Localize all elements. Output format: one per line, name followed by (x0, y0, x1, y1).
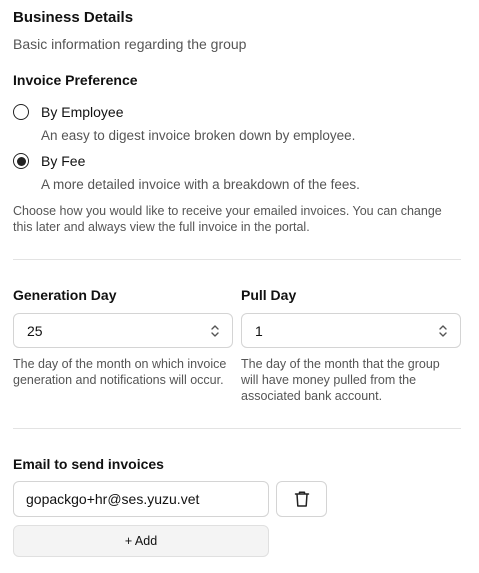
radio-by-fee[interactable]: By Fee (13, 153, 85, 169)
pull-day-help: The day of the month that the group will… (241, 357, 440, 403)
generation-day-select[interactable]: 25 (13, 313, 233, 348)
radio-description: An easy to digest invoice broken down by… (41, 128, 356, 143)
divider (13, 259, 461, 260)
invoice-preference-help: Choose how you would like to receive you… (13, 204, 442, 234)
section-subtitle: Basic information regarding the group (13, 36, 247, 52)
radio-by-employee[interactable]: By Employee (13, 104, 123, 120)
radio-label: By Fee (41, 153, 86, 169)
email-input[interactable] (13, 481, 269, 517)
chevron-up-down-icon (211, 325, 219, 337)
email-label: Email to send invoices (13, 456, 164, 472)
generation-day-label: Generation Day (13, 287, 117, 303)
divider (13, 428, 461, 429)
pull-day-select[interactable]: 1 (241, 313, 461, 348)
delete-email-button[interactable] (276, 481, 327, 517)
trash-icon (294, 491, 309, 507)
invoice-preference-label: Invoice Preference (13, 72, 138, 88)
radio-button[interactable] (13, 104, 29, 120)
add-email-button[interactable]: + Add (13, 525, 269, 557)
generation-day-value: 25 (27, 322, 43, 339)
radio-button-selected[interactable] (13, 153, 29, 169)
pull-day-label: Pull Day (241, 287, 297, 303)
section-title: Business Details (13, 9, 134, 26)
generation-day-help: The day of the month on which invoice ge… (13, 357, 227, 387)
chevron-up-down-icon (439, 325, 447, 337)
radio-label: By Employee (41, 104, 124, 120)
radio-description: A more detailed invoice with a breakdown… (41, 177, 360, 192)
pull-day-value: 1 (255, 322, 263, 339)
